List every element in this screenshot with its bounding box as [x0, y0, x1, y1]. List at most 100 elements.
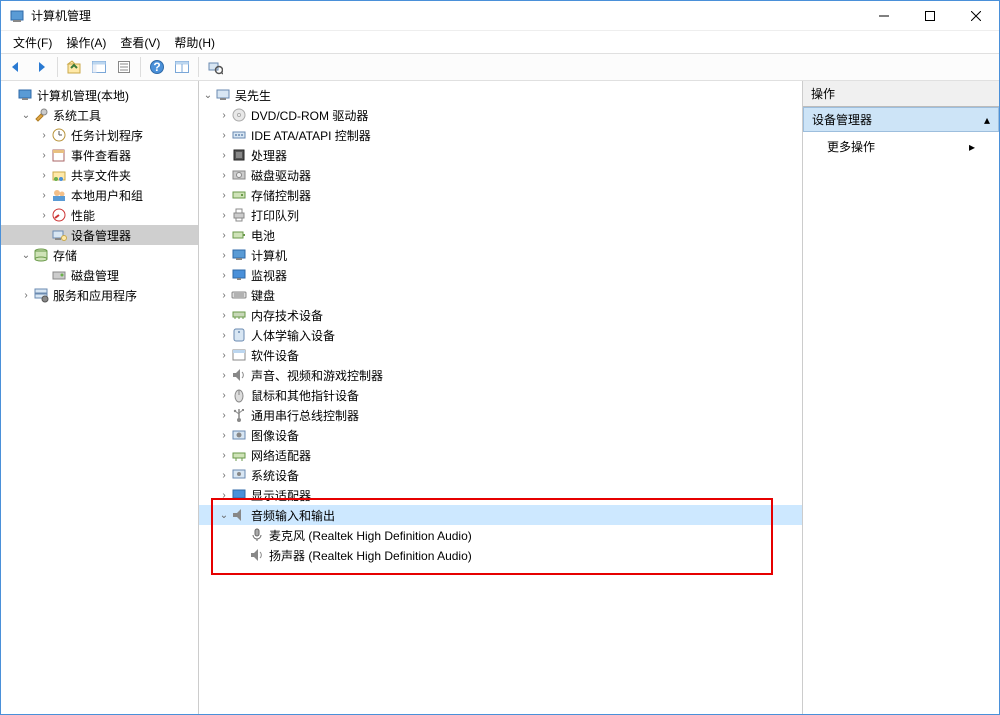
view-mode-button[interactable] [171, 56, 193, 78]
device-audio-speaker[interactable]: 扬声器 (Realtek High Definition Audio) [199, 545, 802, 565]
device-category[interactable]: ›内存技术设备 [199, 305, 802, 325]
expand-icon[interactable]: › [37, 130, 51, 141]
titlebar: 计算机管理 [1, 1, 999, 31]
services-icon [33, 287, 49, 303]
expand-icon[interactable]: › [37, 190, 51, 201]
usb-icon [231, 407, 247, 423]
device-category[interactable]: ›网络适配器 [199, 445, 802, 465]
expand-icon[interactable]: › [217, 310, 231, 321]
help-button[interactable]: ? [146, 56, 168, 78]
tree-label: 计算机管理(本地) [37, 87, 129, 104]
device-tree[interactable]: ⌄ 吴先生 ›DVD/CD-ROM 驱动器›IDE ATA/ATAPI 控制器›… [199, 81, 803, 714]
back-button[interactable] [5, 56, 27, 78]
expand-icon[interactable]: › [217, 450, 231, 461]
collapse-icon[interactable]: ⌄ [19, 110, 33, 121]
show-hide-tree-button[interactable] [88, 56, 110, 78]
expand-icon[interactable]: › [217, 350, 231, 361]
expand-icon[interactable]: › [217, 170, 231, 181]
device-category-label: IDE ATA/ATAPI 控制器 [251, 127, 371, 144]
close-button[interactable] [953, 1, 999, 30]
sound-icon [231, 367, 247, 383]
device-category[interactable]: ›打印队列 [199, 205, 802, 225]
tree-performance[interactable]: › 性能 [1, 205, 198, 225]
device-category[interactable]: › 磁盘驱动器 [199, 165, 802, 185]
collapse-icon[interactable]: ⌄ [19, 250, 33, 261]
device-category[interactable]: ›系统设备 [199, 465, 802, 485]
device-category[interactable]: ›电池 [199, 225, 802, 245]
device-category[interactable]: › IDE ATA/ATAPI 控制器 [199, 125, 802, 145]
expand-icon[interactable]: › [217, 330, 231, 341]
expand-icon[interactable]: › [217, 190, 231, 201]
actions-more[interactable]: 更多操作 ▸ [803, 132, 999, 161]
tree-label: 共享文件夹 [71, 167, 131, 184]
device-category[interactable]: ›计算机 [199, 245, 802, 265]
expand-icon[interactable]: › [217, 370, 231, 381]
actions-panel-title[interactable]: 设备管理器 ▴ [803, 107, 999, 132]
device-category[interactable]: ›图像设备 [199, 425, 802, 445]
device-category[interactable]: ›显示适配器 [199, 485, 802, 505]
device-category[interactable]: ›人体学输入设备 [199, 325, 802, 345]
device-category[interactable]: ›DVD/CD-ROM 驱动器 [199, 105, 802, 125]
expand-icon[interactable]: › [37, 210, 51, 221]
menu-action[interactable]: 操作(A) [60, 32, 112, 53]
hdd-icon [231, 167, 247, 183]
tree-storage[interactable]: ⌄ 存储 [1, 245, 198, 265]
expand-icon[interactable]: › [217, 430, 231, 441]
device-category-audio[interactable]: ⌄ 音频输入和输出 [199, 505, 802, 525]
device-audio-mic[interactable]: 麦克风 (Realtek High Definition Audio) [199, 525, 802, 545]
expand-icon[interactable]: › [37, 150, 51, 161]
device-root[interactable]: ⌄ 吴先生 [199, 85, 802, 105]
expand-icon[interactable]: › [19, 290, 33, 301]
content-area: 计算机管理(本地) ⌄ 系统工具 › 任务计划程序 › 事件查看器 › 共享文件… [1, 81, 999, 714]
tree-disk-management[interactable]: 磁盘管理 [1, 265, 198, 285]
device-category[interactable]: ›通用串行总线控制器 [199, 405, 802, 425]
device-category[interactable]: ›软件设备 [199, 345, 802, 365]
tree-system-tools[interactable]: ⌄ 系统工具 [1, 105, 198, 125]
expand-icon[interactable]: › [217, 490, 231, 501]
expand-icon[interactable]: › [217, 230, 231, 241]
expand-icon[interactable]: › [217, 150, 231, 161]
device-category[interactable]: ›鼠标和其他指针设备 [199, 385, 802, 405]
device-category[interactable]: ›监视器 [199, 265, 802, 285]
console-tree[interactable]: 计算机管理(本地) ⌄ 系统工具 › 任务计划程序 › 事件查看器 › 共享文件… [1, 81, 199, 714]
tree-root[interactable]: 计算机管理(本地) [1, 85, 198, 105]
expand-icon[interactable]: › [217, 110, 231, 121]
computer-icon [231, 247, 247, 263]
scan-hardware-button[interactable] [204, 56, 226, 78]
properties-button[interactable] [113, 56, 135, 78]
maximize-button[interactable] [907, 1, 953, 30]
device-category[interactable]: ›声音、视频和游戏控制器 [199, 365, 802, 385]
tree-services[interactable]: › 服务和应用程序 [1, 285, 198, 305]
expand-icon[interactable]: › [217, 250, 231, 261]
device-category-label: 磁盘驱动器 [251, 167, 311, 184]
tree-task-scheduler[interactable]: › 任务计划程序 [1, 125, 198, 145]
image-icon [231, 427, 247, 443]
expand-icon[interactable]: › [217, 390, 231, 401]
device-category[interactable]: ›处理器 [199, 145, 802, 165]
expand-icon[interactable]: › [217, 210, 231, 221]
tree-shared-folders[interactable]: › 共享文件夹 [1, 165, 198, 185]
minimize-button[interactable] [861, 1, 907, 30]
expand-icon[interactable]: › [217, 410, 231, 421]
up-button[interactable] [63, 56, 85, 78]
menu-help[interactable]: 帮助(H) [168, 32, 221, 53]
collapse-icon[interactable]: ⌄ [217, 510, 231, 521]
expand-icon[interactable]: › [217, 290, 231, 301]
device-category[interactable]: ›键盘 [199, 285, 802, 305]
mic-icon [249, 527, 265, 543]
device-category[interactable]: ›存储控制器 [199, 185, 802, 205]
shared-folder-icon [51, 167, 67, 183]
chevron-up-icon: ▴ [984, 113, 990, 127]
tree-local-users[interactable]: › 本地用户和组 [1, 185, 198, 205]
expand-icon[interactable]: › [217, 130, 231, 141]
device-label: 麦克风 (Realtek High Definition Audio) [269, 527, 472, 544]
expand-icon[interactable]: › [217, 470, 231, 481]
collapse-icon[interactable]: ⌄ [201, 90, 215, 101]
tree-device-manager[interactable]: 设备管理器 [1, 225, 198, 245]
forward-button[interactable] [30, 56, 52, 78]
tree-event-viewer[interactable]: › 事件查看器 [1, 145, 198, 165]
expand-icon[interactable]: › [37, 170, 51, 181]
menu-file[interactable]: 文件(F) [7, 32, 58, 53]
expand-icon[interactable]: › [217, 270, 231, 281]
menu-view[interactable]: 查看(V) [114, 32, 166, 53]
